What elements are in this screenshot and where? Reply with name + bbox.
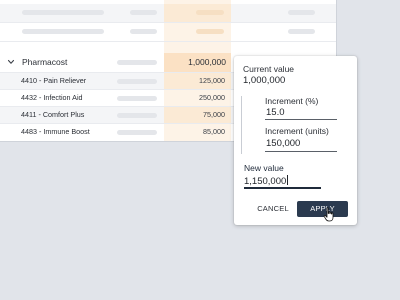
text-caret (287, 175, 289, 185)
skeleton-row (0, 4, 336, 22)
row-value[interactable]: 85,000 (164, 127, 225, 136)
increment-units-underline (265, 151, 337, 152)
new-value-text: 1,150,000 (244, 176, 287, 187)
row-label: 4432 - Infection Aid (21, 93, 83, 102)
new-value-label: New value (244, 163, 284, 173)
increment-units-field[interactable]: 150,000 (266, 138, 300, 149)
row-label: 4483 - Immune Boost (21, 127, 90, 136)
current-value: 1,000,000 (243, 75, 286, 86)
row-value[interactable]: 125,000 (164, 76, 225, 85)
row-value[interactable]: 1,000,000 (164, 57, 226, 67)
row-label: 4411 - Comfort Plus (21, 110, 85, 119)
row-label: Pharmacost (22, 57, 68, 67)
skeleton-row (0, 42, 336, 53)
new-value-underline (244, 187, 321, 189)
skeleton-row (0, 23, 336, 41)
hand-pointer-icon (323, 207, 334, 222)
cancel-button[interactable]: CANCEL (254, 202, 292, 216)
row-value[interactable]: 250,000 (164, 93, 225, 102)
new-value-field[interactable]: 1,150,000 (244, 175, 289, 187)
app-root: Pharmacost 1,000,000 4410 - Pain Relieve… (0, 0, 400, 300)
increment-percent-underline (265, 119, 337, 120)
increment-percent-label: Increment (%) (265, 96, 319, 106)
current-value-label: Current value (243, 64, 295, 74)
value-editor-popover: Current value 1,000,000 Increment (%) 15… (234, 56, 357, 225)
increment-percent-field[interactable]: 15.0 (266, 107, 285, 118)
chevron-down-icon[interactable] (6, 56, 16, 68)
row-value[interactable]: 75,000 (164, 110, 225, 119)
increment-group-line (241, 96, 242, 154)
row-label: 4410 - Pain Reliever (21, 76, 87, 85)
increment-units-label: Increment (units) (265, 126, 329, 136)
